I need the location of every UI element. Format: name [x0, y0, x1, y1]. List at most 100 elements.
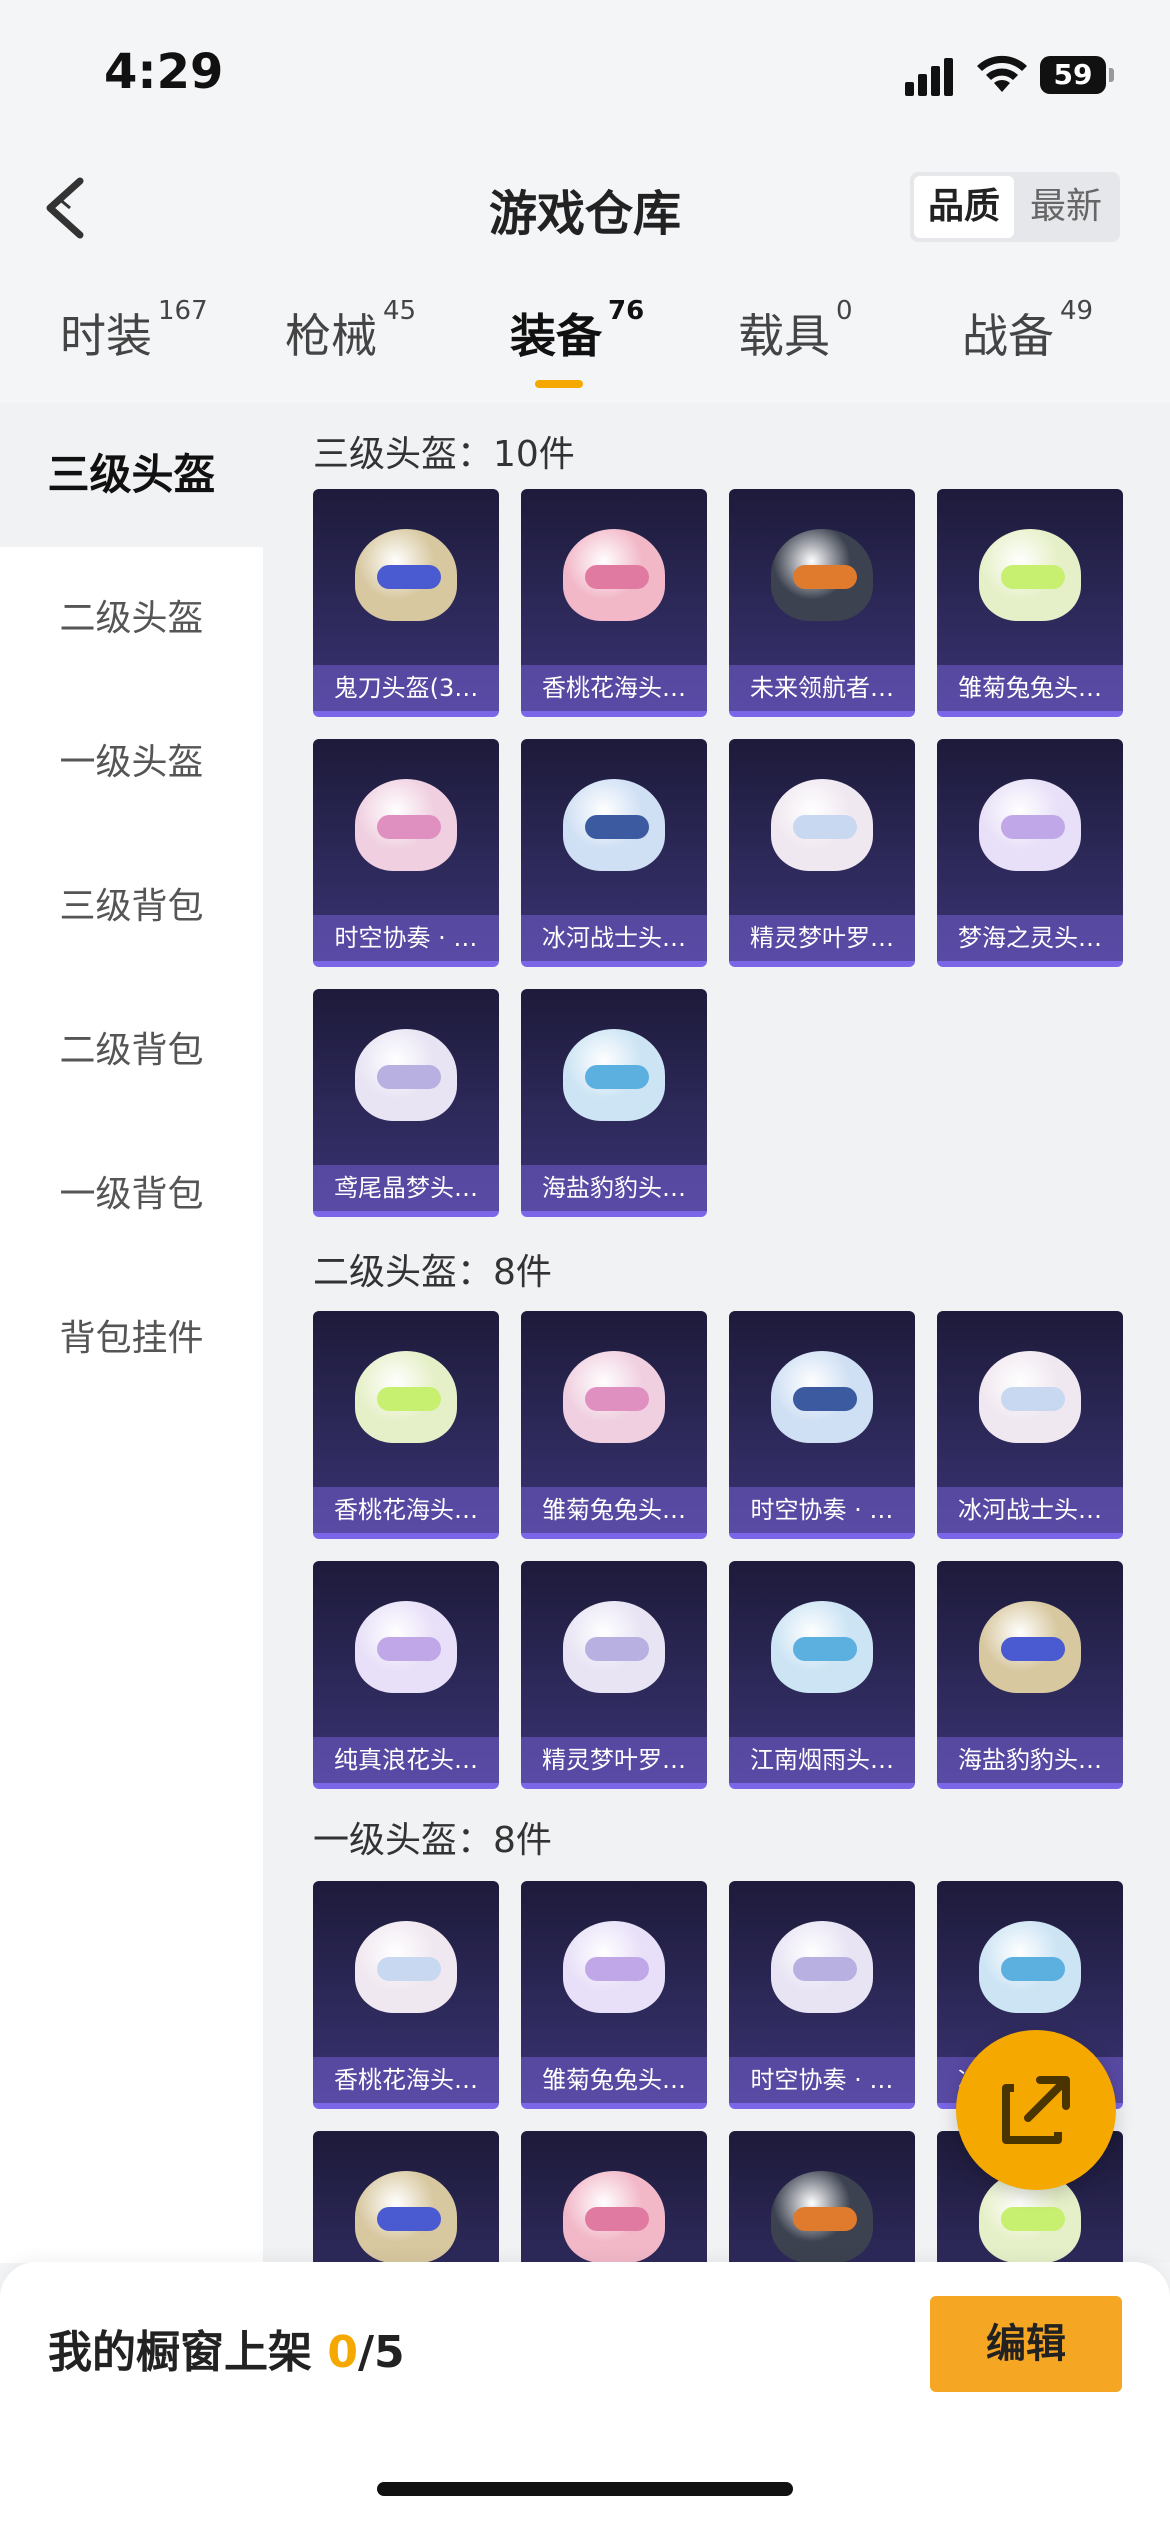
item-card[interactable]: 鬼刀头盔(3… — [313, 489, 499, 717]
item-card[interactable]: 冰河战士头… — [937, 1311, 1123, 1539]
item-card[interactable]: 雏菊兔兔头… — [937, 489, 1123, 717]
helmet-image — [729, 1881, 915, 2057]
sidebar-item-level1-backpack[interactable]: 一级背包 — [0, 1123, 263, 1267]
tab-supplies[interactable]: 战备 49 — [962, 296, 1093, 366]
item-card[interactable]: 冰河战士头… — [521, 739, 707, 967]
tab-count: 167 — [158, 296, 208, 326]
status-time: 4:29 — [104, 44, 224, 100]
item-card[interactable]: 梦海之灵头… — [937, 739, 1123, 967]
sort-newest-button[interactable]: 最新 — [1016, 176, 1116, 238]
item-grid: 三级头盔：10件 鬼刀头盔(3… 香桃花海头… 未来领航者… 雏菊兔兔头… 时空协奏 ·… — [263, 403, 1170, 2263]
tab-vehicles[interactable]: 载具 0 — [738, 296, 853, 366]
item-name: 雏菊兔兔头… — [521, 1487, 707, 1533]
sidebar-item-level2-backpack[interactable]: 二级背包 — [0, 979, 263, 1123]
helmet-image — [521, 1881, 707, 2057]
sidebar-item-level2-helmet[interactable]: 二级头盔 — [0, 547, 263, 691]
helmet-image — [729, 2131, 915, 2263]
helmet-image — [729, 489, 915, 665]
helmet-image — [937, 1311, 1123, 1487]
section-title-level1: 一级头盔：8件 — [313, 1820, 552, 1861]
item-name: 未来领航者… — [729, 665, 915, 711]
item-card[interactable]: 香桃花海头… — [313, 1881, 499, 2109]
sidebar-item-level3-helmet[interactable]: 三级头盔 — [0, 403, 263, 547]
item-name: 鬼刀头盔(3… — [313, 665, 499, 711]
helmet-image — [521, 1561, 707, 1737]
helmet-image — [313, 739, 499, 915]
item-name: 香桃花海头… — [313, 2057, 499, 2103]
category-tabs: 时装 167 枪械 45 装备 76 载具 0 战备 49 — [0, 290, 1170, 400]
sidebar: 三级头盔 二级头盔 一级头盔 三级背包 二级背包 一级背包 背包挂件 — [0, 403, 263, 2263]
item-name: 江南烟雨头… — [729, 1737, 915, 1783]
cellular-signal-icon — [905, 58, 957, 96]
item-card[interactable]: 精灵梦叶罗… — [729, 739, 915, 967]
item-card[interactable]: 时空协奏 · … — [313, 739, 499, 967]
sidebar-item-level1-helmet[interactable]: 一级头盔 — [0, 691, 263, 835]
helmet-image — [521, 489, 707, 665]
helmet-image — [521, 739, 707, 915]
item-card[interactable] — [521, 2131, 707, 2263]
sidebar-item-level3-backpack[interactable]: 三级背包 — [0, 835, 263, 979]
battery-icon: 59 — [1040, 56, 1114, 94]
helmet-image — [729, 739, 915, 915]
item-name: 雏菊兔兔头… — [937, 665, 1123, 711]
item-card[interactable]: 雏菊兔兔头… — [521, 1311, 707, 1539]
helmet-image — [313, 1881, 499, 2057]
item-card[interactable]: 海盐豹豹头… — [937, 1561, 1123, 1789]
helmet-image — [313, 489, 499, 665]
tab-guns[interactable]: 枪械 45 — [285, 296, 416, 366]
item-name: 香桃花海头… — [521, 665, 707, 711]
edit-button[interactable]: 编辑 — [930, 2296, 1122, 2392]
status-bar: 4:29 59 — [0, 0, 1170, 140]
item-card[interactable]: 纯真浪花头… — [313, 1561, 499, 1789]
sort-toggle: 品质 最新 — [910, 172, 1120, 242]
item-name: 雏菊兔兔头… — [521, 2057, 707, 2103]
share-button[interactable] — [956, 2030, 1116, 2190]
header: 游戏仓库 品质 最新 — [0, 140, 1170, 275]
helmet-image — [729, 1561, 915, 1737]
item-card[interactable]: 精灵梦叶罗… — [521, 1561, 707, 1789]
helmet-image — [313, 1311, 499, 1487]
item-name: 梦海之灵头… — [937, 915, 1123, 961]
tab-equipment[interactable]: 装备 76 — [510, 296, 644, 366]
helmet-image — [313, 1561, 499, 1737]
showcase-total: /5 — [357, 2327, 405, 2378]
item-card[interactable]: 海盐豹豹头… — [521, 989, 707, 1217]
item-card[interactable]: 时空协奏 · … — [729, 1881, 915, 2109]
item-name: 冰河战士头… — [937, 1487, 1123, 1533]
showcase-current-count: 0 — [327, 2327, 358, 2378]
item-card[interactable]: 香桃花海头… — [521, 489, 707, 717]
item-name: 精灵梦叶罗… — [521, 1737, 707, 1783]
item-card[interactable] — [729, 2131, 915, 2263]
item-name: 海盐豹豹头… — [937, 1737, 1123, 1783]
item-name: 时空协奏 · … — [729, 2057, 915, 2103]
showcase-bar: 我的橱窗上架 0/5 编辑 — [0, 2262, 1170, 2532]
item-name: 精灵梦叶罗… — [729, 915, 915, 961]
item-name: 鸢尾晶梦头… — [313, 1165, 499, 1211]
section-title-level2: 二级头盔：8件 — [313, 1252, 552, 1293]
tab-count: 49 — [1060, 296, 1094, 326]
item-name: 纯真浪花头… — [313, 1737, 499, 1783]
item-card[interactable]: 鸢尾晶梦头… — [313, 989, 499, 1217]
helmet-image — [729, 1311, 915, 1487]
item-card[interactable]: 未来领航者… — [729, 489, 915, 717]
item-name: 香桃花海头… — [313, 1487, 499, 1533]
tab-fashion[interactable]: 时装 167 — [60, 296, 208, 366]
item-name: 时空协奏 · … — [729, 1487, 915, 1533]
item-name: 海盐豹豹头… — [521, 1165, 707, 1211]
sort-quality-button[interactable]: 品质 — [914, 176, 1014, 238]
item-name: 冰河战士头… — [521, 915, 707, 961]
sidebar-item-backpack-charm[interactable]: 背包挂件 — [0, 1267, 263, 1411]
tab-count: 76 — [608, 296, 645, 326]
section-title-level3: 三级头盔：10件 — [313, 434, 575, 475]
helmet-image — [521, 2131, 707, 2263]
item-card[interactable]: 雏菊兔兔头… — [521, 1881, 707, 2109]
item-card[interactable]: 江南烟雨头… — [729, 1561, 915, 1789]
helmet-image — [313, 989, 499, 1165]
item-card[interactable]: 时空协奏 · … — [729, 1311, 915, 1539]
showcase-label: 我的橱窗上架 0/5 — [48, 2327, 405, 2378]
item-card[interactable] — [313, 2131, 499, 2263]
home-indicator — [377, 2482, 793, 2496]
wifi-icon — [977, 55, 1027, 92]
item-card[interactable]: 香桃花海头… — [313, 1311, 499, 1539]
active-tab-indicator — [535, 380, 583, 388]
